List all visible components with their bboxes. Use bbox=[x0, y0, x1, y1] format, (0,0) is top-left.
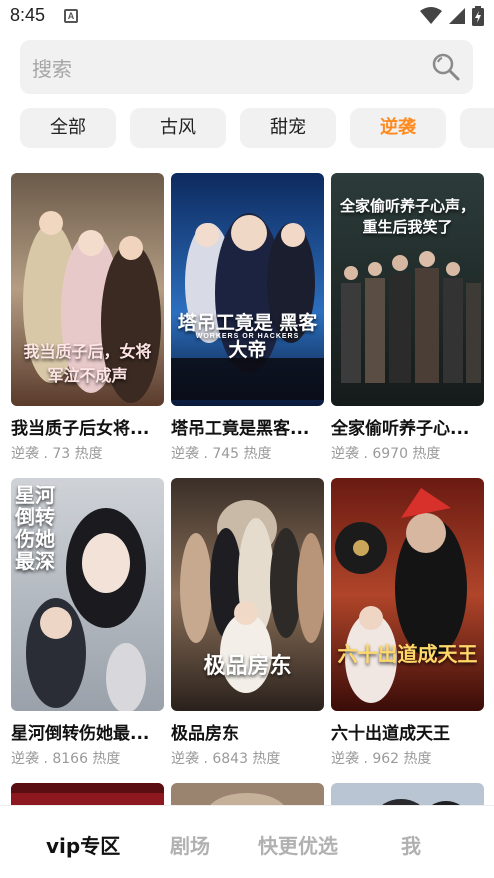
nav-fast-updates[interactable]: 快更优选 bbox=[258, 830, 338, 859]
poster-title: 全家偷听养子心声，重生后我笑了 bbox=[339, 197, 475, 236]
poster-image[interactable] bbox=[11, 783, 164, 805]
notification-icon: A bbox=[64, 9, 78, 23]
card-title: 六十出道成天王 bbox=[331, 724, 450, 744]
card-meta: 逆袭 . 73 热度 bbox=[11, 446, 103, 462]
bottom-nav: vip专区 剧场 快更优选 我 bbox=[0, 805, 494, 878]
poster-image[interactable]: 星河倒转伤她最深 bbox=[11, 478, 164, 711]
card-meta: 逆袭 . 8166 热度 bbox=[11, 751, 121, 767]
drama-card[interactable]: 六十出道成天王 六十出道成天王 逆袭 . 962 热度 bbox=[331, 478, 484, 768]
poster-title: 星河倒转伤她最深 bbox=[15, 483, 55, 573]
poster-subtitle: WORKERS OR HACKERS bbox=[195, 333, 300, 340]
card-title: 塔吊工竟是黑客... bbox=[171, 419, 310, 439]
drama-card[interactable]: 我当质子后，女将军泣不成声 我当质子后女将... 逆袭 . 73 热度 bbox=[11, 173, 164, 463]
nav-vip[interactable]: vip专区 bbox=[46, 830, 120, 859]
poster-image[interactable]: 极品房东 bbox=[171, 478, 324, 711]
status-bar: 8:45 A bbox=[0, 0, 494, 32]
drama-card[interactable] bbox=[171, 783, 324, 805]
poster-image[interactable]: 我当质子后，女将军泣不成声 bbox=[11, 173, 164, 406]
nav-me[interactable]: 我 bbox=[401, 830, 421, 859]
drama-card[interactable]: 全家偷听养子心声，重生后我笑了 全家偷听养子心... 逆袭 . 6970 热度 bbox=[331, 173, 484, 463]
tab-sweet[interactable]: 甜宠 bbox=[240, 108, 336, 148]
poster-image[interactable] bbox=[331, 783, 484, 805]
poster-image[interactable]: 六十出道成天王 bbox=[331, 478, 484, 711]
poster-title: 极品房东 bbox=[203, 653, 292, 679]
card-meta: 逆袭 . 6970 热度 bbox=[331, 446, 441, 462]
card-title: 星河倒转伤她最... bbox=[11, 724, 150, 744]
poster-image[interactable] bbox=[171, 783, 324, 805]
category-tabs: 全部 古风 甜宠 逆袭 bbox=[20, 108, 494, 148]
tab-all[interactable]: 全部 bbox=[20, 108, 116, 148]
drama-card[interactable]: 星河倒转伤她最深 星河倒转伤她最... 逆袭 . 8166 热度 bbox=[11, 478, 164, 768]
drama-grid: 我当质子后，女将军泣不成声 我当质子后女将... 逆袭 . 73 热度 塔吊工竟… bbox=[0, 173, 494, 805]
card-meta: 逆袭 . 962 热度 bbox=[331, 751, 432, 767]
card-meta: 逆袭 . 745 热度 bbox=[171, 446, 272, 462]
nav-theater[interactable]: 剧场 bbox=[170, 830, 210, 859]
poster-image[interactable]: 塔吊工竟是 黑客大帝 WORKERS OR HACKERS bbox=[171, 173, 324, 406]
drama-card[interactable]: 极品房东 极品房东 逆袭 . 6843 热度 bbox=[171, 478, 324, 768]
signal-icon bbox=[449, 8, 465, 24]
card-title: 我当质子后女将... bbox=[11, 419, 150, 439]
poster-title: 六十出道成天王 bbox=[337, 642, 478, 666]
card-meta: 逆袭 . 6843 热度 bbox=[171, 751, 281, 767]
drama-card[interactable] bbox=[331, 783, 484, 805]
poster-title: 我当质子后，女将军泣不成声 bbox=[23, 342, 152, 385]
status-icons bbox=[420, 6, 484, 26]
wifi-icon bbox=[420, 7, 442, 24]
battery-icon bbox=[472, 6, 484, 26]
tab-comeback[interactable]: 逆袭 bbox=[350, 108, 446, 148]
drama-card[interactable]: 塔吊工竟是 黑客大帝 WORKERS OR HACKERS 塔吊工竟是黑客...… bbox=[171, 173, 324, 463]
status-time: 8:45 bbox=[10, 5, 46, 25]
card-title: 极品房东 bbox=[171, 724, 239, 744]
tab-ancient[interactable]: 古风 bbox=[130, 108, 226, 148]
drama-card[interactable] bbox=[11, 783, 164, 805]
card-title: 全家偷听养子心... bbox=[331, 419, 470, 439]
poster-image[interactable]: 全家偷听养子心声，重生后我笑了 bbox=[331, 173, 484, 406]
search-icon[interactable] bbox=[431, 52, 461, 82]
search-input[interactable]: 搜索 bbox=[32, 53, 72, 82]
search-bar[interactable]: 搜索 bbox=[20, 40, 473, 94]
tab-more[interactable] bbox=[460, 108, 494, 148]
